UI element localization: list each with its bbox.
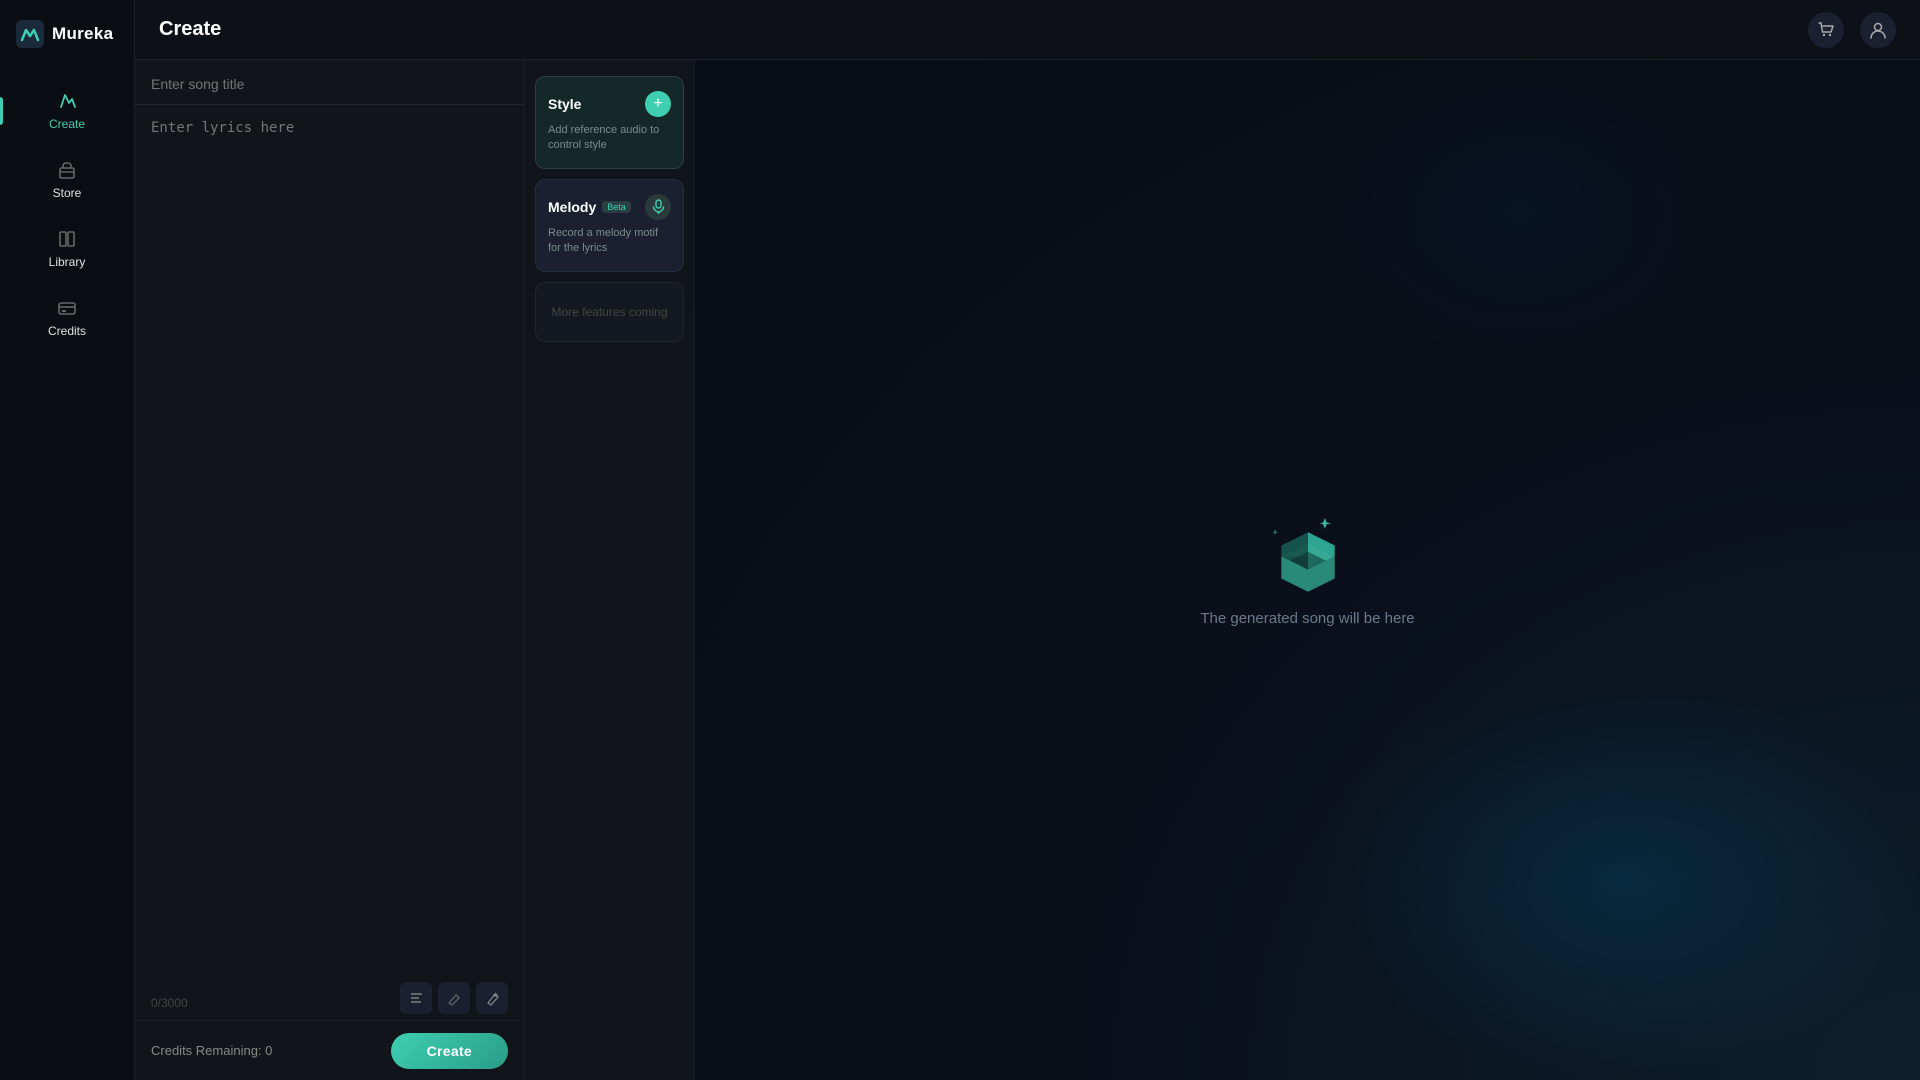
sidebar-label-store: Store — [53, 186, 82, 200]
melody-feature-card[interactable]: Melody Beta Record a melody motif for th… — [535, 179, 684, 272]
page-title: Create — [159, 18, 221, 41]
style-card-description: Add reference audio to control style — [548, 123, 671, 154]
empty-state: The generated song will be here — [1200, 514, 1414, 627]
lyrics-toolbar — [400, 982, 508, 1014]
library-icon — [56, 228, 78, 250]
lyrics-section: 0/3000 — [135, 105, 524, 1020]
style-add-button[interactable]: + — [645, 91, 671, 117]
melody-mic-button[interactable] — [645, 194, 671, 220]
lyrics-panel: 0/3000 — [135, 60, 525, 1080]
empty-box-icon — [1268, 514, 1348, 594]
create-button[interactable]: Create — [391, 1033, 508, 1069]
melody-card-description: Record a melody motif for the lyrics — [548, 226, 671, 257]
credits-icon — [56, 297, 78, 319]
sidebar-label-credits: Credits — [48, 324, 86, 338]
features-panel: Style + Add reference audio to control s… — [525, 60, 695, 1080]
melody-card-header: Melody Beta — [548, 194, 671, 220]
text-tool-button[interactable] — [400, 982, 432, 1014]
store-icon — [56, 159, 78, 181]
cart-button[interactable] — [1808, 12, 1844, 48]
sidebar-item-library[interactable]: Library — [10, 216, 124, 281]
header-actions — [1808, 12, 1896, 48]
edit-tool-button[interactable] — [438, 982, 470, 1014]
mureka-logo-icon — [16, 20, 44, 48]
song-title-input[interactable] — [151, 76, 508, 92]
style-feature-card[interactable]: Style + Add reference audio to control s… — [535, 76, 684, 169]
content-area: 0/3000 — [135, 60, 1920, 1080]
nav-menu: Create Store Library — [0, 78, 134, 350]
style-card-title: Style — [548, 96, 581, 112]
style-card-header: Style + — [548, 91, 671, 117]
enhance-tool-button[interactable] — [476, 982, 508, 1014]
sidebar-item-store[interactable]: Store — [10, 147, 124, 212]
create-icon — [56, 90, 78, 112]
melody-card-title: Melody Beta — [548, 199, 631, 215]
sidebar-item-credits[interactable]: Credits — [10, 285, 124, 350]
song-title-section — [135, 60, 524, 105]
output-panel: The generated song will be here — [695, 60, 1920, 1080]
user-avatar-button[interactable] — [1860, 12, 1896, 48]
coming-soon-card: More features coming — [535, 282, 684, 342]
logo: Mureka — [0, 20, 134, 78]
coming-soon-text: More features coming — [548, 297, 671, 327]
main-area: Create — [135, 0, 1920, 1080]
beta-badge: Beta — [602, 201, 631, 213]
app-name: Mureka — [52, 24, 113, 44]
empty-state-text: The generated song will be here — [1200, 610, 1414, 627]
header: Create — [135, 0, 1920, 60]
sidebar: Mureka Create Store — [0, 0, 135, 1080]
sidebar-item-create[interactable]: Create — [10, 78, 124, 143]
sidebar-label-library: Library — [49, 255, 86, 269]
lyrics-textarea[interactable] — [151, 117, 508, 1008]
char-counter: 0/3000 — [151, 996, 188, 1010]
credits-remaining-label: Credits Remaining: 0 — [151, 1043, 272, 1058]
sidebar-label-create: Create — [49, 117, 85, 131]
bottom-bar: Credits Remaining: 0 Create — [135, 1020, 524, 1080]
